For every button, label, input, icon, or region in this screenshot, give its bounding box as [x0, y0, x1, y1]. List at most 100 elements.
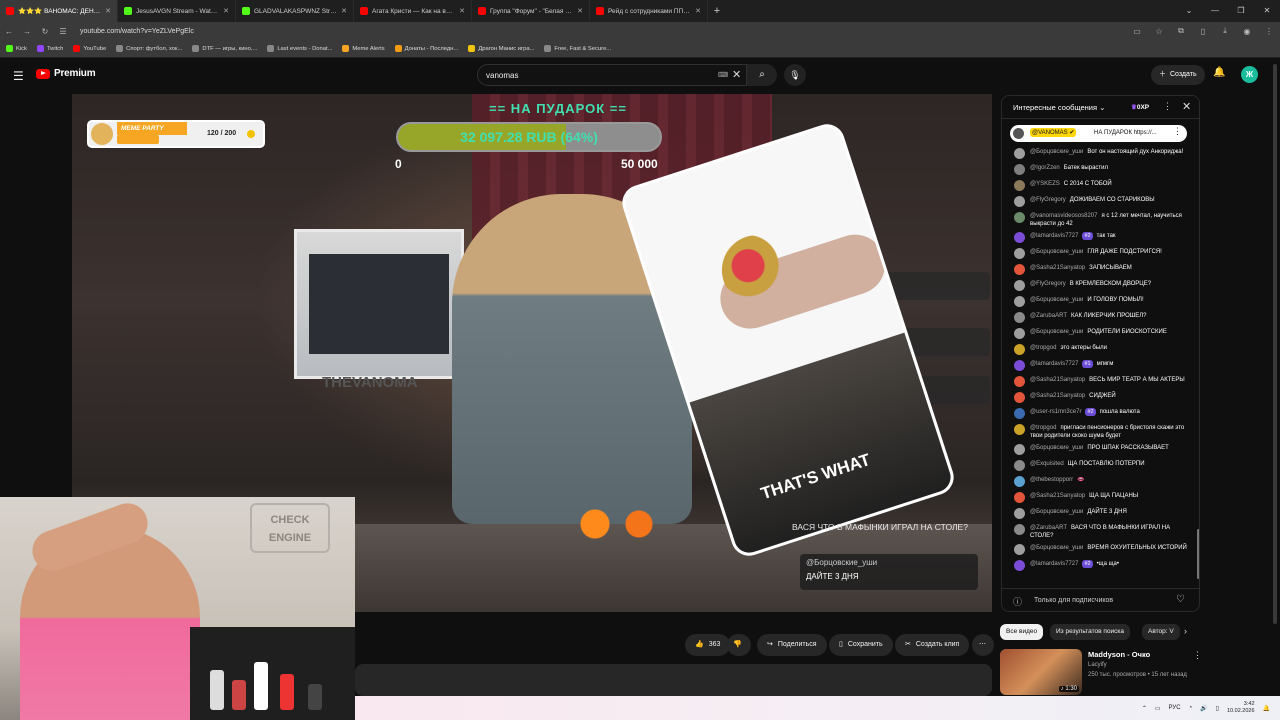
chat-message[interactable]: @Sasha21Sanyatop ВЕСЬ МИР ТЕАТР А МЫ АКТЕ…: [1002, 374, 1197, 390]
chat-message[interactable]: @tropgod это актеры были: [1002, 342, 1197, 358]
bookmark-item[interactable]: YouTube: [73, 45, 106, 52]
related-thumbnail[interactable]: ♪ 1:30: [1000, 649, 1082, 695]
chat-message[interactable]: @Борцовские_уши ПРО ШПАК РАССКАЗЫВАЕТ: [1002, 442, 1197, 458]
bookmark-item[interactable]: Twitch: [36, 45, 63, 52]
url-field[interactable]: youtube.com/watch?v=YeZLVePgElc: [80, 28, 1126, 35]
bookmark-item[interactable]: Драгон Манис игра...: [468, 45, 534, 52]
clear-search-icon[interactable]: ✕: [732, 68, 741, 81]
reload-icon[interactable]: ↻: [36, 27, 54, 36]
related-more-icon[interactable]: ⋮: [1193, 650, 1202, 661]
voice-search-icon[interactable]: 🎙: [784, 64, 806, 86]
close-icon[interactable]: ✕: [1182, 100, 1191, 113]
keyboard-icon[interactable]: ⌨: [718, 71, 728, 79]
browser-tab[interactable]: Группа "Форум" - "Белая ночь" ✕: [472, 0, 590, 22]
chat-message[interactable]: @IgorZzen Батек вырастил: [1002, 162, 1197, 178]
pinned-message[interactable]: @VANOMAS ✔ НА ПУДАРОК https://... ⋮: [1010, 125, 1187, 142]
chat-message[interactable]: @ZarubaART КАК ЛИКЕРЧИК ПРОШЕЛ?: [1002, 310, 1197, 326]
chat-message[interactable]: @Sasha21Sanyatop ЩА ЩА ПАЦАНЫ: [1002, 490, 1197, 506]
menu-hamburger-icon[interactable]: ☰: [13, 69, 24, 83]
chat-message[interactable]: @Борцовские_уши ДАЙТЕ 3 ДНЯ: [1002, 506, 1197, 522]
chat-scrollbar[interactable]: [1197, 124, 1199, 584]
search-input[interactable]: vanomas: [477, 64, 747, 86]
xp-badge[interactable]: ♛0XP: [1131, 103, 1149, 111]
chat-message[interactable]: @vanomasvideosos8207 я с 12 лет мечтал, н…: [1002, 210, 1197, 230]
related-channel[interactable]: Lacyify: [1088, 662, 1107, 668]
chat-message[interactable]: @Sasha21Sanyatop ЗАПИСЫВАЕМ: [1002, 262, 1197, 278]
dislike-button[interactable]: 👎: [727, 634, 751, 656]
chat-message[interactable]: @thebestopporr 👄: [1002, 474, 1197, 490]
create-button[interactable]: ＋ Создать: [1151, 65, 1205, 85]
like-button[interactable]: 👍 363: [685, 634, 731, 656]
page-scroll-thumb[interactable]: [1273, 64, 1277, 624]
chip-author[interactable]: Автор: V: [1142, 624, 1180, 640]
browser-tab[interactable]: JesusAVGN Stream - Watch Live ✕: [118, 0, 236, 22]
chat-message[interactable]: @user-rs1mn3ce7r #2 пошла валюта: [1002, 406, 1197, 422]
description-box[interactable]: [355, 664, 992, 696]
bookmark-item[interactable]: Донаты - Последн...: [394, 45, 458, 52]
browser-tab[interactable]: ⭐⭐⭐ ВАНОМАС: ДЕНЬ РОЖ ✕: [0, 0, 118, 22]
bookmark-item[interactable]: Meme Alerts: [342, 45, 385, 52]
tab-close-icon[interactable]: ✕: [459, 7, 465, 15]
chat-message[interactable]: @FlyGregory В КРЕМЛЕВСКОМ ДВОРЦЕ?: [1002, 278, 1197, 294]
chat-message[interactable]: @ZarubaART ВАСЯ ЧТО В МАФЫНКИ ИГРАЛ НА СТ…: [1002, 522, 1197, 542]
notifications-icon[interactable]: 🔔: [1263, 705, 1270, 712]
close-window-icon[interactable]: ✕: [1254, 0, 1280, 22]
page-scrollbar[interactable]: [1272, 62, 1278, 696]
chat-message[interactable]: @lamardavis7727 #2 так так: [1002, 230, 1197, 246]
chat-message[interactable]: @lamardavis7727 #1 мгмгм: [1002, 358, 1197, 374]
account-avatar[interactable]: Ж: [1241, 66, 1258, 83]
tab-search-icon[interactable]: ⌄: [1176, 0, 1202, 22]
chat-message[interactable]: @Борцовские_уши ВРЕМЯ ОХУИТЕЛЬНЫХ ИСТОРИЙ: [1002, 542, 1197, 558]
more-actions-button[interactable]: ⋯: [972, 634, 994, 656]
notifications-bell-icon[interactable]: 🔔: [1213, 67, 1225, 78]
back-icon[interactable]: ←: [0, 27, 18, 36]
chip-search-results[interactable]: Из результатов поиска: [1050, 624, 1131, 640]
bookmark-item[interactable]: Last events - Donat...: [267, 45, 332, 52]
share-button[interactable]: ↪ Поделиться: [757, 634, 827, 656]
chat-message[interactable]: @Борцовские_уши ГЛЯ ДАЖЕ ПОДСТРИГСЯ!: [1002, 246, 1197, 262]
tab-close-icon[interactable]: ✕: [577, 7, 583, 15]
language-indicator[interactable]: РУС: [1169, 705, 1181, 711]
minimize-icon[interactable]: —: [1202, 0, 1228, 22]
tab-close-icon[interactable]: ✕: [223, 7, 229, 15]
tray-app-icon[interactable]: ▭: [1155, 705, 1161, 712]
clock[interactable]: 3:42 10.02.2026: [1227, 701, 1255, 715]
forward-icon[interactable]: →: [18, 27, 36, 36]
tab-close-icon[interactable]: ✕: [341, 7, 347, 15]
extensions-icon[interactable]: ⧉: [1170, 26, 1192, 36]
chip-all-videos[interactable]: Все видео: [1000, 624, 1044, 640]
profile-icon[interactable]: ◉: [1236, 27, 1258, 36]
chat-message[interactable]: @Sasha21Sanyatop СИДЖЕЙ: [1002, 390, 1197, 406]
volume-icon[interactable]: 🔊: [1200, 705, 1207, 712]
related-title[interactable]: Maddyson - Очко: [1088, 650, 1150, 659]
chat-message[interactable]: @Борцовские_уши Вот он настоящий дух Анко…: [1002, 146, 1197, 162]
cast-icon[interactable]: ▭: [1126, 27, 1148, 36]
chat-message[interactable]: @tropgod пригласи пенсионеров с бристоля …: [1002, 422, 1197, 442]
new-tab-icon[interactable]: +: [708, 5, 726, 17]
chat-message[interactable]: @lamardavis7727 #2 •ща ща•: [1002, 558, 1197, 574]
chat-scroll-thumb[interactable]: [1197, 529, 1199, 579]
site-info-icon[interactable]: ☰: [54, 27, 72, 36]
chat-more-icon[interactable]: ⋮: [1163, 101, 1172, 112]
network-icon[interactable]: ◔: [1189, 705, 1193, 711]
heart-icon[interactable]: ♡: [1176, 594, 1185, 605]
clip-button[interactable]: ✂ Создать клип: [895, 634, 970, 656]
chat-message[interactable]: @Борцовские_уши РОДИТЕЛИ БИОСКОТСКИЕ: [1002, 326, 1197, 342]
chat-message[interactable]: @FlyGregory ДОЖИВАЕМ СО СТАРИКОВЫ: [1002, 194, 1197, 210]
browser-tab[interactable]: GLADVALAKASPWNZ Stream ✕: [236, 0, 354, 22]
download-icon[interactable]: ⤓: [1214, 26, 1236, 36]
save-button[interactable]: ▯ Сохранить: [829, 634, 893, 656]
chat-message[interactable]: @YSKEZS С 2014 С ТОБОЙ: [1002, 178, 1197, 194]
battery-icon[interactable]: ▯: [1216, 705, 1219, 712]
tray-chevron-icon[interactable]: ⌃: [1142, 705, 1147, 712]
bookmark-item[interactable]: DTF — игры, кино,...: [192, 45, 257, 52]
bookmark-item[interactable]: Kick: [6, 45, 27, 52]
menu-icon[interactable]: ⋮: [1258, 27, 1280, 36]
chat-mode-select[interactable]: Интересные сообщения ⌄: [1013, 103, 1105, 112]
chevron-right-icon[interactable]: ›: [1184, 626, 1187, 636]
browser-tab[interactable]: Агата Кристи — Как на войне ✕: [354, 0, 472, 22]
search-button[interactable]: ⌕: [747, 64, 777, 86]
tab-close-icon[interactable]: ✕: [105, 7, 111, 15]
tab-close-icon[interactable]: ✕: [695, 7, 701, 15]
maximize-icon[interactable]: ❐: [1228, 0, 1254, 22]
